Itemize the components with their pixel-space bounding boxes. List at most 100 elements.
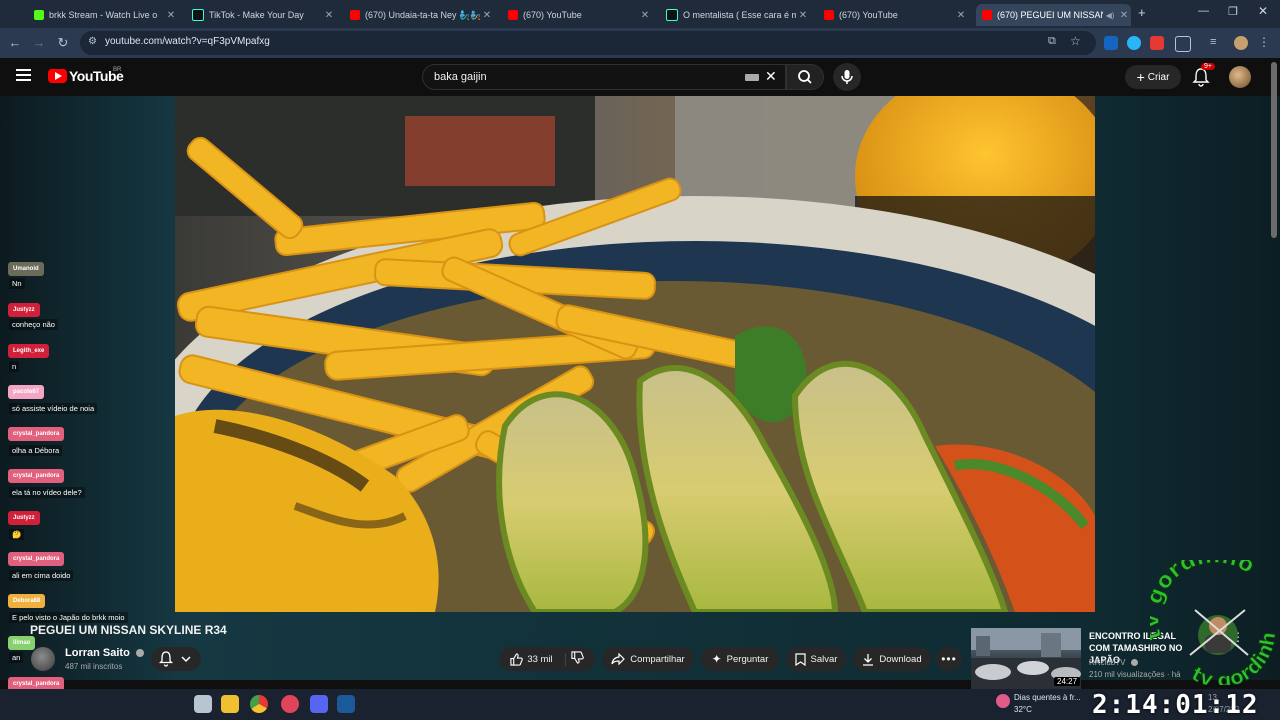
file-explorer-icon[interactable]	[221, 695, 239, 713]
omnibox[interactable]: ⚙ youtube.com/watch?v=qF3pVMpafxg ⧉ ☆	[80, 31, 1096, 55]
browser-tab[interactable]: O mentalista ( Esse cara é mui ✕	[660, 4, 810, 26]
recommended-channel-name[interactable]: RRclubTV	[1089, 658, 1125, 667]
hamburger-menu-icon[interactable]	[16, 69, 31, 81]
bell-chevron-icon	[158, 651, 191, 667]
download-button[interactable]: Download	[853, 647, 931, 671]
video-frame	[175, 96, 1095, 612]
weather-temperature: 32°C	[1014, 705, 1032, 714]
minimize-button[interactable]: —	[1198, 5, 1209, 17]
profile-avatar[interactable]	[1234, 36, 1248, 50]
bookmark-star-icon[interactable]: ☆	[1070, 34, 1081, 48]
close-window-button[interactable]: ✕	[1258, 4, 1268, 18]
steam-icon[interactable]	[337, 695, 355, 713]
close-icon[interactable]: ✕	[322, 10, 336, 21]
channel-name[interactable]: Lorran Saito	[65, 647, 144, 659]
restore-button[interactable]: ❐	[1228, 5, 1238, 18]
more-horizontal-icon: •••	[941, 652, 957, 666]
search-button[interactable]	[786, 64, 824, 90]
tiktok-icon	[666, 9, 678, 21]
tab-title: (670) YouTube	[523, 10, 582, 20]
sparkle-icon: ✦	[711, 652, 722, 666]
extension-icon[interactable]	[1150, 36, 1164, 50]
keyboard-icon[interactable]	[745, 74, 759, 81]
discord-icon[interactable]	[310, 695, 328, 713]
notifications-bell-icon[interactable]	[1192, 67, 1210, 87]
youtube-logo-icon[interactable]	[48, 69, 67, 83]
browser-tab[interactable]: (670) Undaia-ta-ta Ney 🧞‍♂️🧞 ✕	[344, 4, 494, 26]
extension-icon[interactable]	[1104, 36, 1118, 50]
browser-tab[interactable]: brkk Stream - Watch Live o ✕	[28, 4, 178, 26]
site-info-icon[interactable]: ⚙	[88, 36, 97, 47]
chat-username-badge: crystal_pandora	[8, 552, 65, 566]
video-duration: 24:27	[1054, 677, 1081, 686]
create-button[interactable]: + Criar	[1125, 65, 1181, 89]
chat-username-badge: Justyzz	[8, 303, 40, 317]
microphone-icon	[841, 70, 853, 84]
cast-icon[interactable]: ⧉	[1048, 35, 1056, 48]
browser-tab-active[interactable]: (670) PEGUEI UM NISSAN ◀) ✕	[976, 4, 1131, 26]
chat-message: olha a Débora	[9, 445, 63, 456]
task-view-icon[interactable]	[194, 695, 212, 713]
forward-icon[interactable]: →	[30, 34, 48, 52]
dislike-button[interactable]	[571, 651, 584, 667]
channel-avatar[interactable]	[31, 647, 55, 671]
url-text[interactable]: youtube.com/watch?v=qF3pVMpafxg	[105, 36, 270, 47]
reload-icon[interactable]: ↻	[54, 34, 72, 52]
chat-username-badge: Debora88	[8, 594, 46, 608]
chat-username-badge: crystal_pandora	[8, 469, 65, 483]
notification-count-badge: 9+	[1201, 63, 1215, 70]
thumbs-down-icon	[571, 651, 584, 664]
channel-watermark-logo: tv gordinho tv gordinho	[1150, 560, 1280, 685]
weather-icon[interactable]	[996, 694, 1010, 708]
share-button[interactable]: Compartilhar	[602, 647, 694, 671]
chat-username-badge: Justyzz	[8, 511, 40, 525]
extensions-puzzle-icon[interactable]	[1175, 36, 1191, 52]
page-scrollbar[interactable]	[1271, 62, 1277, 238]
chat-message: E pelo visto o Japão do brkk moio	[9, 612, 128, 623]
channel-name-text[interactable]: Lorran Saito	[65, 647, 130, 659]
chrome-icon[interactable]	[250, 695, 268, 713]
tab-title: (670) Undaia-ta-ta Ney 🧞‍♂️🧞	[365, 9, 480, 20]
close-icon[interactable]: ✕	[954, 10, 968, 21]
youtube-header: YouTube BR baka gaijin ✕ + Criar 9+	[0, 58, 1280, 96]
close-icon[interactable]: ✕	[1117, 10, 1131, 21]
browser-tab[interactable]: (670) YouTube ✕	[818, 4, 968, 26]
speaker-icon[interactable]: ◀)	[1103, 11, 1117, 20]
save-button[interactable]: Salvar	[786, 647, 846, 671]
app-icon[interactable]	[281, 695, 299, 713]
new-tab-button[interactable]: +	[1138, 5, 1146, 20]
back-icon[interactable]: ←	[6, 34, 24, 52]
subscribed-notifications-button[interactable]	[151, 647, 201, 671]
reading-list-icon[interactable]: ≡	[1210, 36, 1224, 50]
tab-title: O mentalista ( Esse cara é mui	[683, 10, 796, 20]
video-player[interactable]	[175, 96, 1095, 612]
address-bar-row: ← → ↻ ⚙ youtube.com/watch?v=qF3pVMpafxg …	[0, 28, 1280, 58]
account-avatar[interactable]	[1229, 66, 1251, 88]
voice-search-button[interactable]	[833, 63, 861, 91]
region-code: BR	[113, 67, 122, 73]
tab-title: (670) PEGUEI UM NISSAN	[997, 10, 1103, 20]
recommended-channel[interactable]: RRclubTV	[1089, 658, 1138, 667]
ask-button[interactable]: ✦ Perguntar	[701, 647, 779, 671]
close-icon[interactable]: ✕	[164, 10, 178, 21]
chat-message: n	[9, 361, 20, 372]
clear-search-icon[interactable]: ✕	[765, 68, 777, 85]
weather-text[interactable]: Dias quentes à fr...	[1014, 693, 1081, 702]
ask-label: Perguntar	[726, 653, 769, 665]
browser-menu-icon[interactable]: ⋮	[1258, 36, 1272, 50]
verified-badge-icon	[1130, 659, 1138, 667]
extension-icon[interactable]	[1127, 36, 1141, 50]
close-icon[interactable]: ✕	[480, 10, 494, 21]
tab-title: brkk Stream - Watch Live o	[49, 10, 158, 20]
search-value[interactable]: baka gaijin	[434, 71, 487, 83]
search-input[interactable]: baka gaijin ✕	[422, 64, 786, 90]
browser-tab[interactable]: (670) YouTube ✕	[502, 4, 652, 26]
like-dislike-group: 33 mil	[499, 647, 595, 671]
like-button[interactable]: 33 mil	[510, 652, 566, 666]
close-icon[interactable]: ✕	[638, 10, 652, 21]
share-label: Compartilhar	[630, 653, 685, 665]
chat-message: Nn	[9, 278, 25, 289]
browser-tab[interactable]: TikTok - Make Your Day ✕	[186, 4, 336, 26]
close-icon[interactable]: ✕	[796, 10, 810, 21]
more-actions-button[interactable]: •••	[936, 647, 962, 671]
